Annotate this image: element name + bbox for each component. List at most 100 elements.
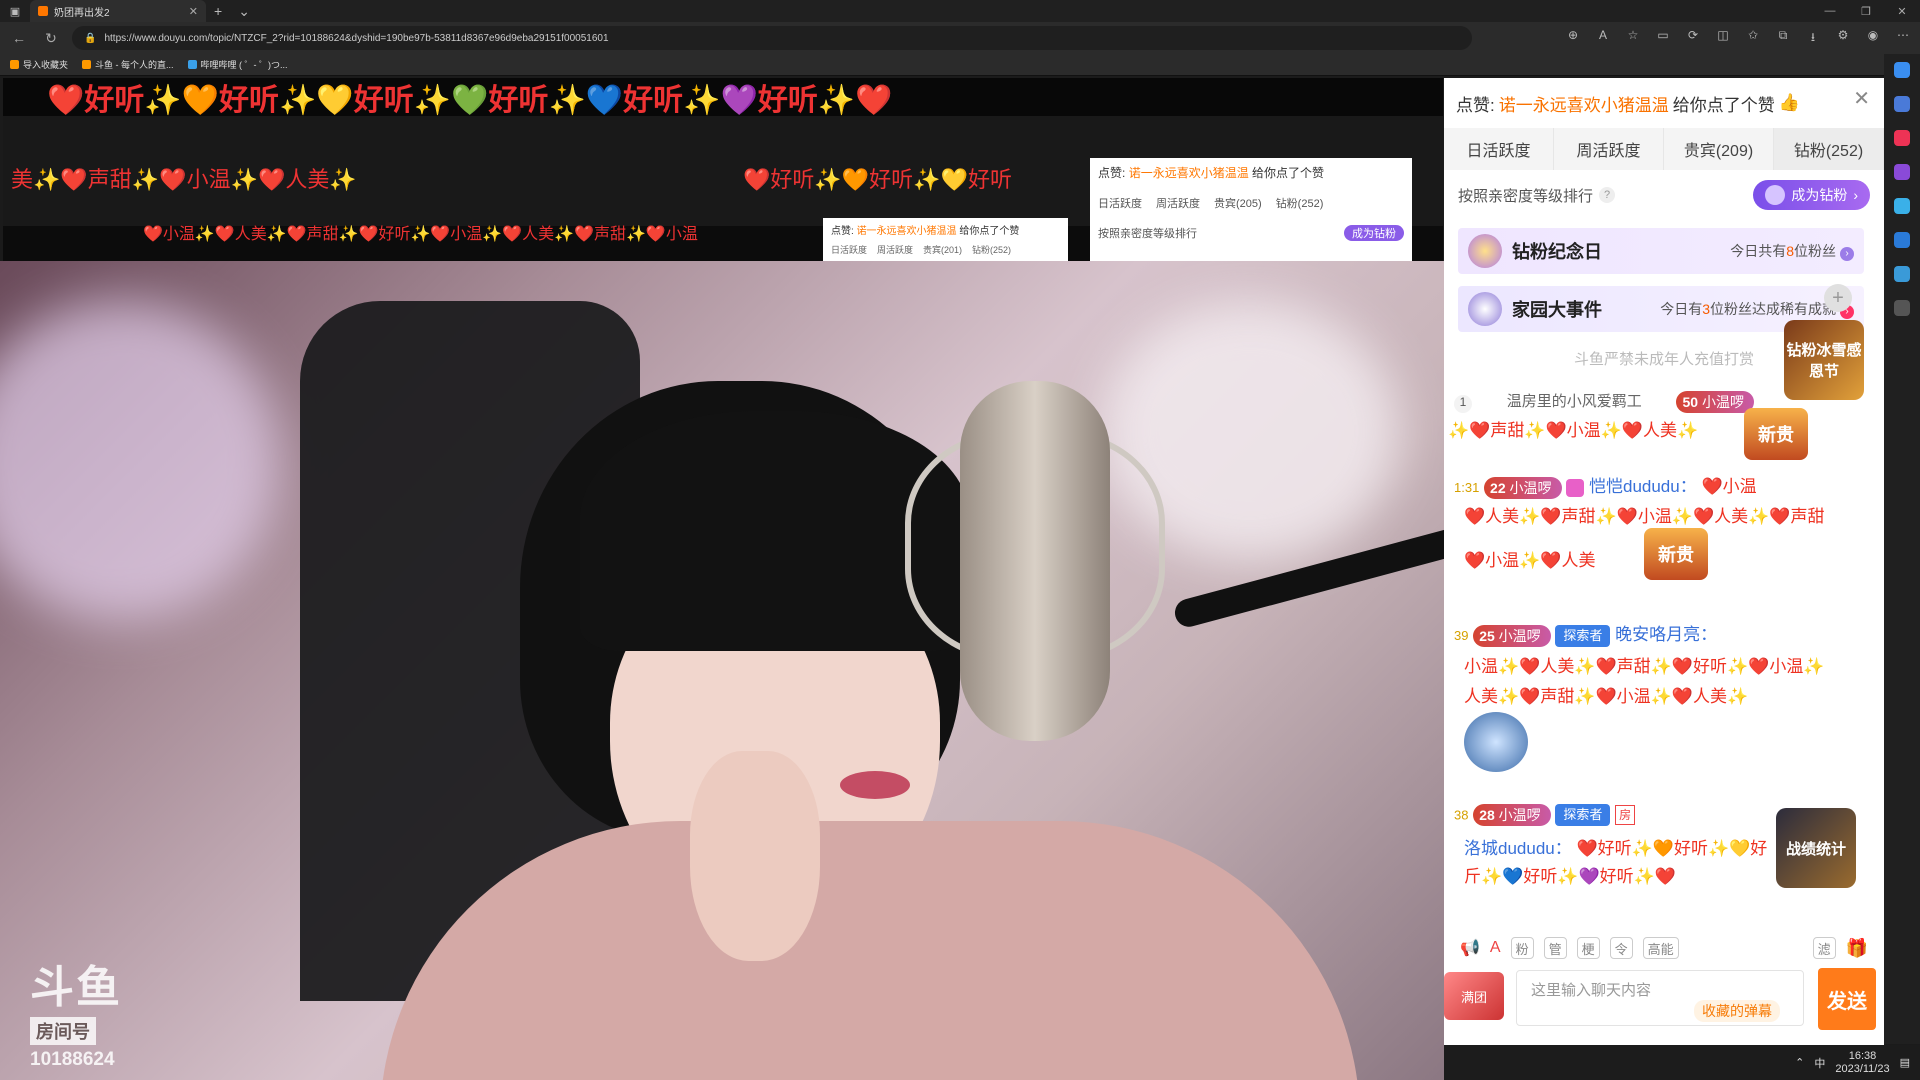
back-icon[interactable]: ← xyxy=(8,30,30,46)
favorites-icon[interactable]: ✩ xyxy=(1744,28,1762,49)
user-name[interactable]: 洛城dududu： xyxy=(1464,839,1572,858)
shopping-icon[interactable] xyxy=(1894,130,1910,146)
filter-button[interactable]: 滤 xyxy=(1812,937,1836,959)
minimize-icon[interactable]: — xyxy=(1812,5,1848,18)
chat-message: 39 25 小温啰 探索者 晚安咯月亮： xyxy=(1454,620,1884,647)
zoom-icon[interactable]: ⊕ xyxy=(1564,28,1582,49)
tab-vip[interactable]: 贵宾(209) xyxy=(1664,128,1774,170)
minor-warning: 斗鱼严禁未成年人充值打赏 xyxy=(1573,351,1754,368)
toolbar-highlight[interactable]: 高能 xyxy=(1642,937,1679,959)
user-name[interactable]: 恺恺dududu： xyxy=(1589,477,1697,496)
tab-daily[interactable]: 日活跃度 xyxy=(1444,128,1554,170)
url-text: https://www.douyu.com/topic/NTZCF_2?rid=… xyxy=(104,32,609,44)
bookmark-douyu[interactable]: 斗鱼 - 每个人的直... xyxy=(82,58,174,71)
bilibili-icon xyxy=(187,60,197,69)
font-style-icon[interactable]: A xyxy=(1490,939,1501,957)
telegram-icon[interactable] xyxy=(1894,266,1910,282)
tray-chevron-icon[interactable]: ⌃ xyxy=(1795,1056,1804,1069)
profile-avatar[interactable]: ◉ xyxy=(1864,28,1882,49)
megaphone-icon[interactable]: 📢 xyxy=(1460,938,1480,958)
folder-icon xyxy=(10,60,19,69)
nested-danmaku-1: 美✨❤️声甜✨❤️小温✨❤️人美✨ xyxy=(11,167,357,192)
ime-indicator[interactable]: 中 xyxy=(1814,1055,1825,1071)
bookmarks-bar: 导入收藏夹 斗鱼 - 每个人的直... 哔哩哔哩 ( ゜- ゜)つ... xyxy=(0,54,1920,76)
toolbar-manage[interactable]: 管 xyxy=(1543,937,1567,959)
gift-icon[interactable]: 🎁 xyxy=(1846,938,1868,959)
chevron-right-icon: › xyxy=(1840,246,1854,261)
close-tab-icon[interactable]: ✕ xyxy=(189,5,198,18)
promo-battle-stats[interactable]: 战绩统计 xyxy=(1776,808,1856,888)
nested-screen-capture: ❤️好听✨🧡好听✨💛好听✨💚好听✨💙好听✨💜好听✨❤️ 美✨❤️声甜✨❤️小温✨… xyxy=(3,78,1443,261)
collections-icon[interactable]: ⧉ xyxy=(1774,28,1792,49)
tab-diamond-fans[interactable]: 钻粉(252) xyxy=(1774,128,1884,170)
fan-club-button[interactable]: 满团 xyxy=(1444,972,1504,1020)
downloads-icon[interactable]: ⭳ xyxy=(1804,28,1822,49)
copilot-icon[interactable] xyxy=(1894,62,1910,78)
favorite-star-icon[interactable]: ☆ xyxy=(1624,28,1642,49)
become-diamond-fan-button[interactable]: 成为钻粉 › xyxy=(1753,180,1870,210)
banner-diamond-anniversary[interactable]: 钻粉纪念日 今日共有8位粉丝 › xyxy=(1458,228,1864,274)
streamer-hand xyxy=(690,751,820,961)
extensions-icon[interactable]: ⚙ xyxy=(1834,28,1852,49)
split-screen-icon[interactable]: ◫ xyxy=(1714,28,1732,49)
plus-icon[interactable]: + xyxy=(1824,284,1852,312)
help-icon[interactable]: ? xyxy=(1599,187,1616,203)
refresh-icon[interactable]: ↻ xyxy=(40,30,62,47)
live-video[interactable]: 斗鱼 房间号 10188624 xyxy=(0,261,1460,1080)
add-icon[interactable] xyxy=(1894,300,1910,316)
tab-list-chevron-icon[interactable]: ⌄ xyxy=(230,3,258,20)
fan-badge: 28 小温啰 xyxy=(1473,804,1551,826)
douyu-watermark: 斗鱼 房间号 10188624 xyxy=(30,963,122,1070)
toolbar-command[interactable]: 令 xyxy=(1609,937,1633,959)
read-aloud-icon[interactable]: A xyxy=(1594,28,1612,49)
user-avatar xyxy=(1566,478,1585,497)
fan-badge: 25 小温啰 xyxy=(1473,624,1551,647)
nested-rank: 按照亲密度等级排行 成为钻粉 xyxy=(1098,225,1404,241)
diamond-anniversary-icon xyxy=(1468,234,1502,268)
bookmark-bilibili[interactable]: 哔哩哔哩 ( ゜- ゜)つ... xyxy=(187,58,288,71)
notifications-icon[interactable]: ▤ xyxy=(1900,1056,1910,1069)
user-name[interactable]: 晚安咯月亮： xyxy=(1615,625,1717,644)
browser-tab[interactable]: 奶团再出发2 ✕ xyxy=(30,0,206,22)
toolbar-fan[interactable]: 粉 xyxy=(1510,937,1534,959)
bookmark-import[interactable]: 导入收藏夹 xyxy=(10,58,68,71)
browser-sidebar xyxy=(1884,54,1920,1044)
close-icon[interactable]: ✕ xyxy=(1853,86,1870,111)
more-menu-icon[interactable]: ⋯ xyxy=(1894,28,1912,49)
explorer-badge: 探索者 xyxy=(1555,624,1611,647)
outlook-icon[interactable] xyxy=(1894,232,1910,248)
nested-tabs-small: 日活跃度 周活跃度 贵宾(201) 钻粉(252) xyxy=(831,245,1012,255)
thumbs-up-icon: 👍 xyxy=(1778,93,1800,112)
new-tab-icon[interactable]: + xyxy=(206,3,230,19)
like-user-name[interactable]: 诺一永远喜欢小猪温温 xyxy=(1499,91,1669,116)
douyu-favicon-icon xyxy=(38,6,48,16)
chevron-right-icon: › xyxy=(1853,187,1858,203)
chat-list[interactable]: 钻粉纪念日 今日共有8位粉丝 › 家园大事件 今日有3位粉丝达成稀有成就 › + 钻… xyxy=(1444,228,1884,988)
close-window-icon[interactable]: ✕ xyxy=(1884,5,1920,18)
streamer-lips xyxy=(840,771,910,799)
maximize-icon[interactable]: ❐ xyxy=(1848,5,1884,18)
chat-toolbar: 📢 A 粉 管 梗 令 高能 滤 🎁 xyxy=(1444,934,1884,962)
home-event-icon xyxy=(1468,292,1502,326)
saved-danmaku-button[interactable]: 收藏的弹幕 xyxy=(1694,1000,1780,1022)
tab-weekly[interactable]: 周活跃度 xyxy=(1554,128,1664,170)
sync-icon[interactable]: ⟳ xyxy=(1684,28,1702,49)
cast-icon[interactable]: ▭ xyxy=(1654,28,1672,49)
bokeh-light xyxy=(0,301,280,621)
chat-message-cont: 人美✨❤️声甜✨❤️小温✨❤️人美✨ xyxy=(1464,687,1749,706)
chat-message-cont: ❤️人美✨❤️声甜✨❤️小温✨❤️人美✨❤️声甜 xyxy=(1464,507,1825,526)
nested-panel: 点赞: 诺一永远喜欢小猪温温 给你点了个赞 日活跃度 周活跃度 贵宾(205) … xyxy=(1090,158,1412,261)
lock-icon: 🔒 xyxy=(84,32,97,44)
clock[interactable]: 16:38 2023/11/23 xyxy=(1835,1050,1889,1076)
address-bar-row: ← ↻ 🔒 https://www.douyu.com/topic/NTZCF_… xyxy=(0,22,1920,54)
danmaku-strip: ❤️好听✨🧡好听✨💛好听✨💚好听✨💙好听✨💜好听✨❤️ xyxy=(3,78,1443,117)
send-button[interactable]: 发送 xyxy=(1818,968,1876,1030)
nested-danmaku-3: ❤️小温✨❤️人美✨❤️声甜✨❤️好听✨❤️小温✨❤️人美✨❤️声甜✨❤️小温 xyxy=(143,226,698,243)
toolbar-meme[interactable]: 梗 xyxy=(1576,937,1600,959)
window-menu-icon[interactable]: ▣ xyxy=(0,0,30,22)
search-icon[interactable] xyxy=(1894,96,1910,112)
tools-icon[interactable] xyxy=(1894,164,1910,180)
games-icon[interactable] xyxy=(1894,198,1910,214)
nested-danmaku-2: ❤️好听✨🧡好听✨💛好听 xyxy=(743,167,1012,192)
url-field[interactable]: 🔒 https://www.douyu.com/topic/NTZCF_2?ri… xyxy=(72,26,1472,50)
